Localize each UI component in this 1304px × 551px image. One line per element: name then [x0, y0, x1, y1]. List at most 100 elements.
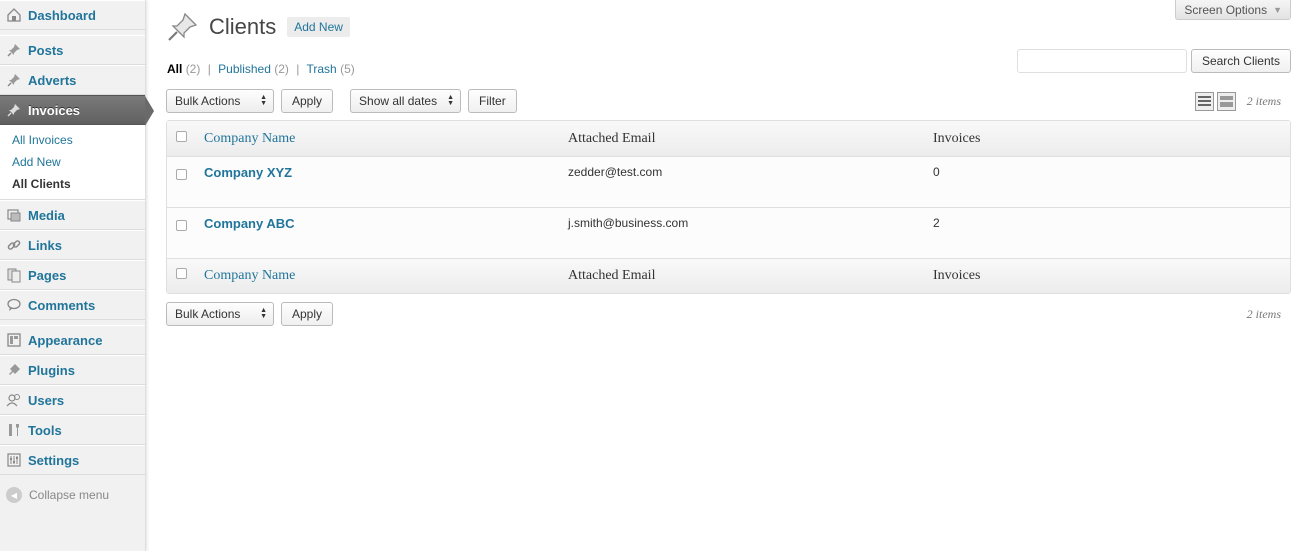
users-icon	[6, 392, 22, 408]
status-filters: All (2) | Published (2) | Trash (5)	[167, 62, 355, 76]
dashboard-icon	[6, 7, 22, 23]
bulk-actions-select[interactable]: Bulk Actions ▲ ▼	[166, 302, 274, 326]
row-checkbox[interactable]	[176, 169, 187, 180]
table-footer-row: Company Name Attached Email Invoices	[167, 258, 1290, 293]
search-clients-button[interactable]: Search Clients	[1190, 49, 1291, 73]
row-checkbox[interactable]	[176, 220, 187, 231]
submenu-all-clients[interactable]: All Clients	[0, 173, 145, 195]
page-title: Clients	[209, 14, 277, 39]
pages-icon	[6, 267, 22, 283]
sidebar-item-posts[interactable]: Posts	[0, 35, 145, 65]
sidebar-item-label: Invoices	[28, 102, 81, 118]
select-arrows-icon: ▲ ▼	[447, 94, 455, 107]
invoices-cell: 0	[925, 156, 1290, 207]
pushpin-icon	[6, 72, 22, 88]
bulk-actions-select[interactable]: Bulk Actions ▲ ▼	[166, 89, 274, 113]
collapse-menu-label: Collapse menu	[29, 488, 110, 502]
view-switch	[1192, 91, 1236, 111]
clients-table: Company Name Attached Email Invoices Com…	[166, 120, 1291, 294]
sidebar-item-label: Posts	[28, 42, 64, 58]
bulk-actions-label: Bulk Actions	[175, 307, 241, 321]
column-attached-email: Attached Email	[560, 258, 925, 293]
link-icon	[6, 237, 22, 253]
sidebar-item-dashboard[interactable]: Dashboard	[0, 0, 145, 30]
select-all-checkbox[interactable]	[176, 130, 187, 142]
sidebar-item-label: Plugins	[28, 362, 75, 378]
select-arrows-icon: ▲ ▼	[260, 307, 267, 320]
row-checkbox-cell	[167, 207, 196, 258]
email-cell: j.smith@business.com	[560, 207, 925, 258]
pushpin-icon	[6, 102, 22, 118]
sidebar-item-links[interactable]: Links	[0, 230, 145, 260]
list-view-icon[interactable]	[1194, 91, 1214, 111]
media-icon	[6, 207, 22, 223]
select-all-checkbox[interactable]	[176, 268, 187, 279]
collapse-arrow-icon: ◀	[6, 487, 22, 503]
company-name-link[interactable]: Company ABC	[204, 216, 295, 231]
sidebar-item-adverts[interactable]: Adverts	[0, 65, 145, 95]
filter-all[interactable]: All	[167, 62, 182, 76]
dates-select[interactable]: Show all dates ▲ ▼	[350, 89, 462, 113]
page-header: Clients Add New	[166, 10, 350, 44]
bulk-actions-label: Bulk Actions	[175, 94, 241, 108]
row-checkbox-cell	[167, 156, 196, 207]
submenu-all-invoices[interactable]: All Invoices	[0, 129, 145, 151]
select-arrows-icon: ▲ ▼	[260, 94, 267, 107]
sidebar-item-label: Comments	[28, 297, 96, 313]
sidebar-item-appearance[interactable]: Appearance	[0, 325, 145, 355]
dates-label: Show all dates	[359, 94, 438, 108]
tablenav-top: Bulk Actions ▲ ▼ Apply Show all dates ▲ ▼ …	[166, 89, 1291, 113]
column-attached-email: Attached Email	[560, 121, 925, 156]
email-cell: zedder@test.com	[560, 156, 925, 207]
sidebar-item-invoices[interactable]: Invoices	[0, 95, 154, 126]
column-company-name[interactable]: Company Name	[196, 121, 560, 156]
search-box: Search Clients	[1016, 49, 1291, 73]
pushpin-icon	[168, 12, 198, 41]
screen-options-label: Screen Options	[1184, 2, 1268, 17]
sidebar-item-label: Appearance	[28, 332, 103, 348]
sidebar-item-settings[interactable]: Settings	[0, 445, 145, 475]
apply-button[interactable]: Apply	[281, 89, 334, 113]
sidebar-item-media[interactable]: Media	[0, 200, 145, 230]
filter-published[interactable]: Published	[218, 62, 271, 76]
column-company-name[interactable]: Company Name	[196, 258, 560, 293]
search-input[interactable]	[1016, 49, 1187, 73]
items-count: 2 items	[1246, 93, 1281, 108]
sidebar-item-tools[interactable]: Tools	[0, 415, 145, 445]
select-all-cell	[167, 258, 196, 293]
sidebar-item-comments[interactable]: Comments	[0, 290, 145, 320]
table-row: Company ABC j.smith@business.com 2	[167, 207, 1290, 258]
sidebar-item-label: Media	[28, 207, 65, 223]
sidebar-item-label: Tools	[28, 422, 62, 438]
submenu-add-new[interactable]: Add New	[0, 151, 145, 173]
sidebar-item-label: Pages	[28, 267, 67, 283]
sidebar-item-label: Users	[28, 392, 65, 408]
table-header-row: Company Name Attached Email Invoices	[167, 121, 1290, 156]
add-new-button[interactable]: Add New	[287, 17, 350, 37]
chevron-down-icon: ▼	[1273, 4, 1282, 15]
sidebar-item-plugins[interactable]: Plugins	[0, 355, 145, 385]
tools-icon	[6, 422, 22, 438]
filter-count: (2)	[185, 62, 201, 76]
company-name-cell: Company ABC	[196, 207, 560, 258]
filter-count: (5)	[340, 62, 355, 76]
filter-count: (2)	[274, 62, 289, 76]
invoices-submenu: All Invoices Add New All Clients	[0, 125, 145, 200]
filter-button[interactable]: Filter	[468, 89, 517, 113]
filter-trash[interactable]: Trash	[307, 62, 337, 76]
sidebar-item-pages[interactable]: Pages	[0, 260, 145, 290]
excerpt-view-icon[interactable]	[1216, 91, 1236, 111]
tablenav-bottom: Bulk Actions ▲ ▼ Apply 2 items	[166, 302, 1291, 326]
sidebar-item-users[interactable]: Users	[0, 385, 145, 415]
sidebar-item-label: Adverts	[28, 72, 77, 88]
select-all-cell	[167, 121, 196, 156]
plugin-icon	[6, 362, 22, 378]
screen-options-button[interactable]: Screen Options ▼	[1175, 0, 1291, 20]
apply-button[interactable]: Apply	[281, 302, 334, 326]
sidebar-item-label: Settings	[28, 452, 80, 468]
company-name-link[interactable]: Company XYZ	[204, 165, 292, 180]
collapse-menu-button[interactable]: ◀ Collapse menu	[0, 475, 145, 503]
invoices-cell: 2	[925, 207, 1290, 258]
sidebar-item-label: Dashboard	[28, 7, 96, 23]
appearance-icon	[6, 332, 22, 348]
